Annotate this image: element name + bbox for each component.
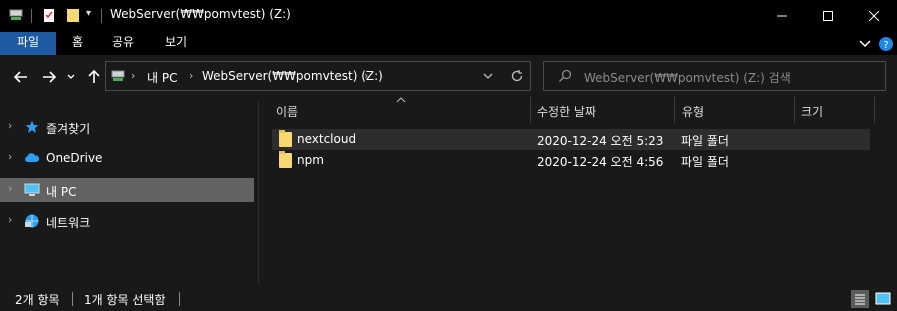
- file-type: 파일 폴더: [681, 134, 729, 148]
- chevron-down-icon: [67, 74, 75, 79]
- column-header-type[interactable]: 유형: [682, 103, 704, 129]
- customize-toolbar-icon[interactable]: ▾: [86, 8, 91, 19]
- maximize-icon: [823, 11, 833, 21]
- title-bar: ▾ WebServer(₩₩pomvtest) (Z:): [0, 0, 897, 32]
- maximize-button[interactable]: [805, 0, 851, 32]
- arrow-up-icon: [88, 70, 100, 83]
- sidebar-item-onedrive[interactable]: › OneDrive: [0, 146, 254, 170]
- network-drive-icon: [9, 9, 23, 20]
- properties-icon[interactable]: [41, 7, 57, 23]
- search-input[interactable]: WebServer(₩₩pomvtest) (Z:) 검색: [584, 69, 791, 86]
- sidebar-item-quick-access[interactable]: › 즐겨찾기: [0, 115, 254, 139]
- divider: [101, 9, 102, 23]
- chevron-down-icon[interactable]: [858, 38, 872, 50]
- arrow-right-icon: [43, 71, 56, 83]
- file-row[interactable]: nextcloud 2020-12-24 오전 5:23 파일 폴더: [272, 129, 870, 150]
- column-header-date-modified[interactable]: 수정한 날짜: [537, 103, 596, 129]
- file-row[interactable]: npm 2020-12-24 오전 4:56 파일 폴더: [272, 150, 870, 171]
- tab-view[interactable]: 보기: [151, 32, 201, 55]
- ribbon-tabs: 파일 홈 공유 보기 ?: [0, 32, 897, 55]
- divider: [72, 292, 73, 306]
- tab-share[interactable]: 공유: [98, 32, 148, 55]
- window-title: WebServer(₩₩pomvtest) (Z:): [110, 7, 291, 21]
- network-icon: [25, 214, 39, 228]
- sort-ascending-icon: [396, 97, 406, 103]
- chevron-right-icon[interactable]: ›: [8, 119, 12, 132]
- search-icon: [559, 69, 572, 82]
- divider: [31, 9, 32, 23]
- address-bar[interactable]: › 내 PC › WebServer(₩₩pomvtest) (Z:) ›: [105, 61, 531, 91]
- search-box[interactable]: WebServer(₩₩pomvtest) (Z:) 검색: [543, 61, 886, 91]
- tab-home[interactable]: 홈: [58, 32, 97, 55]
- minimize-button[interactable]: [759, 0, 805, 32]
- chevron-right-icon[interactable]: ›: [8, 213, 12, 226]
- column-divider[interactable]: [874, 97, 875, 123]
- status-item-count: 2개 항목: [15, 293, 60, 307]
- svg-text:?: ?: [883, 40, 888, 51]
- column-header-name[interactable]: 이름: [276, 103, 298, 129]
- sidebar-item-label: OneDrive: [46, 151, 103, 165]
- folder-icon: [279, 130, 292, 147]
- file-date-modified: 2020-12-24 오전 4:56: [537, 155, 664, 169]
- star-icon: [25, 120, 39, 133]
- column-divider[interactable]: [674, 97, 675, 123]
- sidebar-item-label: 내 PC: [46, 185, 77, 199]
- column-divider[interactable]: [530, 97, 531, 123]
- network-drive-icon: [111, 70, 125, 81]
- chevron-right-icon[interactable]: ›: [189, 69, 193, 82]
- chevron-right-icon[interactable]: ›: [8, 150, 12, 163]
- minimize-icon: [777, 15, 787, 17]
- file-type: 파일 폴더: [681, 155, 729, 169]
- chevron-right-icon[interactable]: ›: [8, 182, 12, 195]
- navigation-pane: › 즐겨찾기 › OneDrive › 내 PC › 네트워크: [0, 101, 258, 285]
- recent-locations-button[interactable]: [62, 65, 80, 89]
- chevron-right-icon[interactable]: ›: [364, 69, 368, 82]
- sidebar-item-label: 네트워크: [46, 216, 91, 230]
- large-icons-view-icon[interactable]: [874, 290, 892, 308]
- tab-file[interactable]: 파일: [0, 32, 56, 55]
- details-view-icon[interactable]: [851, 290, 869, 308]
- cloud-icon: [25, 153, 40, 162]
- file-name: npm: [297, 153, 324, 167]
- breadcrumb-this-pc[interactable]: 내 PC: [147, 69, 177, 86]
- close-icon: [869, 11, 879, 21]
- close-button[interactable]: [851, 0, 897, 32]
- divider: [179, 292, 180, 306]
- chevron-down-icon[interactable]: [483, 73, 493, 80]
- new-folder-icon[interactable]: [65, 7, 81, 23]
- sidebar-item-this-pc[interactable]: › 내 PC: [0, 178, 254, 202]
- status-bar: 2개 항목 1개 항목 선택함: [0, 285, 897, 311]
- pane-splitter[interactable]: [258, 101, 259, 285]
- folder-icon: [279, 151, 292, 168]
- up-button[interactable]: [82, 65, 106, 89]
- computer-icon: [24, 183, 40, 196]
- help-icon[interactable]: ?: [878, 36, 894, 52]
- forward-button[interactable]: [37, 65, 61, 89]
- sidebar-item-label: 즐겨찾기: [46, 122, 91, 136]
- back-button[interactable]: [9, 65, 33, 89]
- breadcrumb-drive[interactable]: WebServer(₩₩pomvtest) (Z:): [202, 69, 383, 83]
- file-date-modified: 2020-12-24 오전 5:23: [537, 134, 664, 148]
- sidebar-item-network[interactable]: › 네트워크: [0, 209, 254, 233]
- chevron-right-icon[interactable]: ›: [131, 69, 135, 82]
- arrow-left-icon: [14, 71, 27, 83]
- column-divider[interactable]: [794, 97, 795, 123]
- file-name: nextcloud: [297, 132, 357, 146]
- refresh-icon[interactable]: [510, 69, 524, 83]
- status-selected: 1개 항목 선택함: [84, 293, 166, 307]
- column-header-size[interactable]: 크기: [801, 103, 823, 129]
